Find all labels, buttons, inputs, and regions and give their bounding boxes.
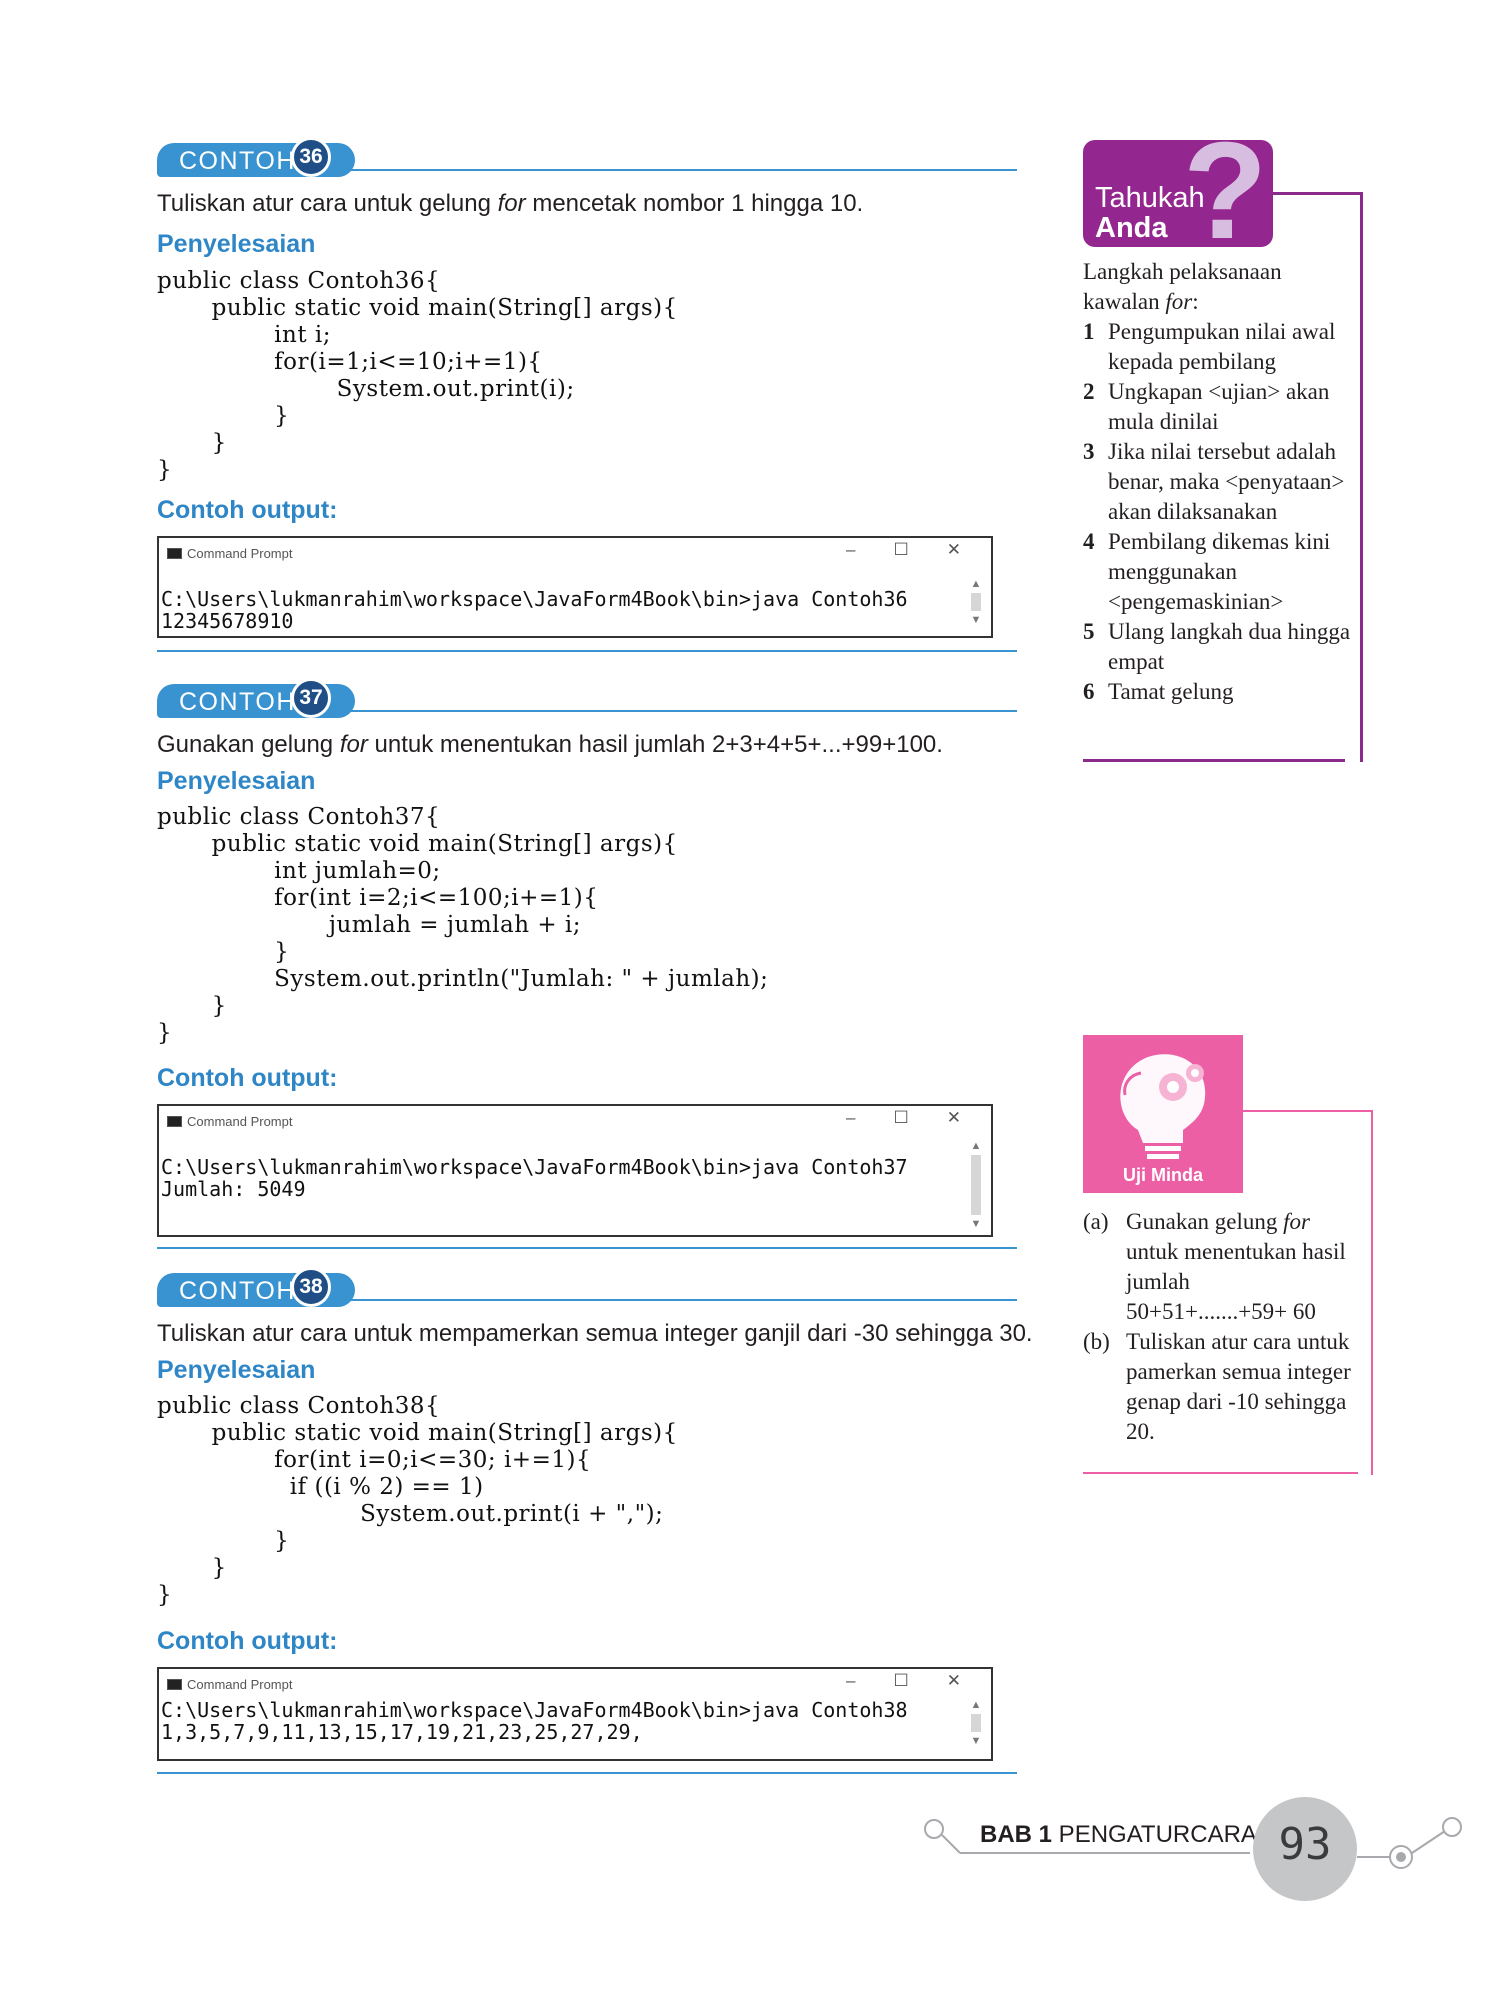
example-38-question: Tuliskan atur cara untuk mempamerkan sem… [157,1320,1033,1347]
section-rule [157,650,1017,652]
circuit-decoration-icon [924,1817,1462,1869]
scrollbar[interactable]: ▲ ▼ [969,1699,983,1747]
console-output: C:\Users\lukmanrahim\workspace\JavaForm4… [161,1155,908,1201]
for-steps-list: 1 Pengumpukan nilai awal kepada pembilang… [1083,317,1353,707]
example-38-output-label: Contoh output: [157,1627,338,1655]
window-titlebar: Command Prompt [167,1673,292,1695]
scrollbar[interactable]: ▲ ▼ [969,1140,983,1230]
window-controls[interactable]: – ☐ ✕ [808,540,961,560]
close-icon[interactable]: ✕ [947,540,961,559]
example-37-solution-label: Penyelesaian [157,767,316,795]
uji-minda-badge: Uji Minda [1083,1035,1243,1193]
cmd-app-icon [167,1115,182,1127]
list-item: 2 Ungkapan <ujian> akan mula dinilai [1083,379,1330,434]
maximize-icon[interactable]: ☐ [894,540,909,559]
console-output: C:\Users\lukmanrahim\workspace\JavaForm4… [161,587,908,633]
uji-minda-label: Uji Minda [1123,1165,1203,1185]
tahukah-anda-box: ? Tahukah Anda Langkah pelaksanaan kawal… [1083,122,1363,762]
tahukah-title: Tahukah [1095,182,1205,214]
example-36-solution-label: Penyelesaian [157,230,316,258]
section-rule [347,710,1017,712]
contoh-number: 38 [291,1267,331,1307]
sidebar-frame-bottom [1083,759,1345,762]
uji-minda-box: Uji Minda (a) Gunakan gelung for untuk me… [1083,1035,1373,1475]
example-36-code: public class Contoh36{ public static voi… [157,268,678,483]
example-36-output-label: Contoh output: [157,496,338,524]
command-prompt-window: Command Prompt – ☐ ✕ C:\Users\lukmanrahim\… [157,536,993,638]
minimize-icon[interactable]: – [846,1671,855,1690]
window-controls[interactable]: – ☐ ✕ [808,1671,961,1691]
command-prompt-window: Command Prompt – ☐ ✕ C:\Users\lukmanrahim\… [157,1667,993,1761]
tahukah-intro: Langkah pelaksanaan kawalan for: [1083,259,1282,314]
list-item: 5 Ulang langkah dua hingga empat [1083,619,1351,674]
command-prompt-window: Command Prompt – ☐ ✕ C:\Users\lukmanrahim\… [157,1104,993,1237]
example-38-code: public class Contoh38{ public static voi… [157,1393,678,1608]
example-37-code: public class Contoh37{ public static voi… [157,804,769,1046]
contoh-label: CONTOH [179,147,296,175]
example-36-header: CONTOH 36 [157,137,1017,177]
example-36-question: Tuliskan atur cara untuk gelung for menc… [157,190,864,217]
window-titlebar: Command Prompt [167,542,292,564]
example-38-header: CONTOH 38 [157,1267,1017,1307]
window-titlebar: Command Prompt [167,1110,292,1132]
section-rule [157,1772,1017,1774]
section-rule [347,169,1017,171]
console-output: C:\Users\lukmanrahim\workspace\JavaForm4… [161,1698,908,1744]
cmd-app-icon [167,547,182,559]
tahukah-anda-badge: ? Tahukah Anda [1083,122,1273,260]
close-icon[interactable]: ✕ [947,1671,961,1690]
anda-title: Anda [1095,212,1168,244]
section-rule [157,1247,1017,1249]
page-footer: BAB 1 PENGATURCARAAN 93 [920,1795,1480,1915]
close-icon[interactable]: ✕ [947,1108,961,1127]
minimize-icon[interactable]: – [846,1108,855,1127]
question-b: (b) Tuliskan atur cara untuk pamerkan sem… [1083,1329,1351,1444]
question-a: (a) Gunakan gelung for untuk menentukan h… [1083,1209,1346,1324]
example-37-question: Gunakan gelung for untuk menentukan hasi… [157,731,943,758]
chapter-title: BAB 1 PENGATURCARAAN [980,1821,1291,1848]
cmd-app-icon [167,1678,182,1690]
list-item: 6 Tamat gelung [1083,679,1234,704]
maximize-icon[interactable]: ☐ [894,1108,909,1127]
example-37-output-label: Contoh output: [157,1064,338,1092]
uji-frame-bottom [1083,1472,1358,1474]
minimize-icon[interactable]: – [846,540,855,559]
list-item: 4 Pembilang dikemas kini menggunakan <pen… [1083,529,1331,614]
example-37-header: CONTOH 37 [157,678,1017,718]
brain-bulb-icon [1120,1054,1206,1159]
window-controls[interactable]: – ☐ ✕ [808,1108,961,1128]
list-item: 1 Pengumpukan nilai awal kepada pembilang [1083,319,1336,374]
maximize-icon[interactable]: ☐ [894,1671,909,1690]
uji-minda-questions: (a) Gunakan gelung for untuk menentukan h… [1083,1207,1353,1447]
page-number: 93 [1278,1819,1332,1870]
section-rule [347,1299,1017,1301]
list-item: 3 Jika nilai tersebut adalah benar, maka … [1083,439,1345,524]
contoh-number: 37 [291,678,331,718]
contoh-label: CONTOH [179,688,296,716]
contoh-number: 36 [291,137,331,177]
scrollbar[interactable]: ▲ ▼ [969,578,983,626]
contoh-label: CONTOH [179,1277,296,1305]
example-38-solution-label: Penyelesaian [157,1356,316,1384]
